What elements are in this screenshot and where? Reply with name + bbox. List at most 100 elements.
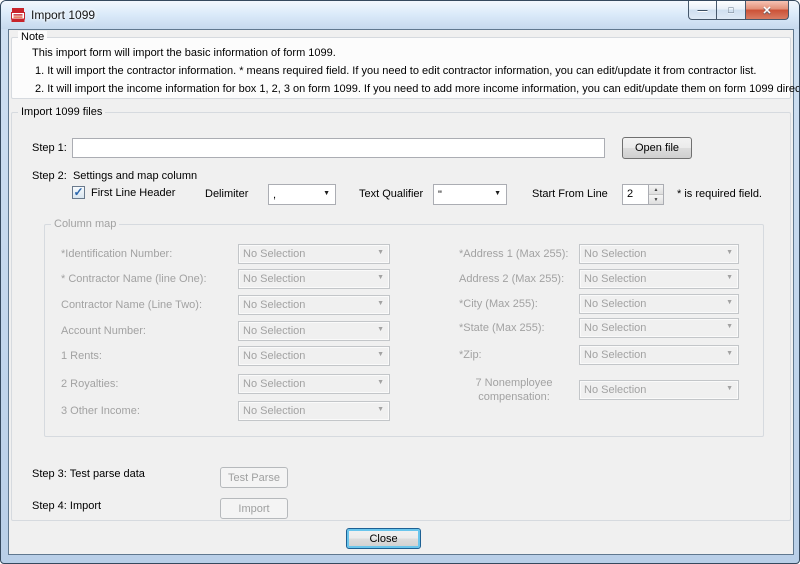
chevron-down-icon: ▼ [377,406,384,413]
field-value: No Selection [243,325,305,337]
field-label: Address 2 (Max 255): [459,273,564,286]
field-label: * Contractor Name (line One): [61,273,207,286]
field-value: No Selection [584,384,646,396]
import-button[interactable]: Import [220,498,288,519]
chevron-down-icon: ▼ [323,190,330,197]
maximize-button[interactable]: □ [717,1,745,20]
identification-number-select[interactable]: No Selection ▼ [238,244,390,264]
field-label: 2 Royalties: [61,378,118,391]
first-line-header-checkbox[interactable]: ✓ [72,186,85,199]
column-map-group: Column map *Identification Number: No Se… [44,224,764,437]
app-icon [10,7,26,23]
field-value: No Selection [584,322,646,334]
minimize-icon: — [698,5,708,16]
field-value: No Selection [243,273,305,285]
field-value: No Selection [584,349,646,361]
start-from-line-stepper[interactable]: 2 ▲ ▼ [622,184,664,205]
window-controls: — □ ✕ [688,1,789,20]
account-number-select[interactable]: No Selection ▼ [238,321,390,341]
field-value: No Selection [584,273,646,285]
chevron-down-icon: ▼ [726,299,733,306]
titlebar[interactable]: Import 1099 — □ ✕ [1,1,799,29]
field-value: No Selection [243,378,305,390]
chevron-down-icon: ▼ [377,326,384,333]
field-label: 7 Nonemployee compensation: [458,376,570,404]
chevron-down-icon: ▼ [377,351,384,358]
first-line-header-label[interactable]: First Line Header [91,187,175,200]
field-value: No Selection [243,299,305,311]
field-label: *Zip: [459,349,482,362]
import-files-group: Import 1099 files Step 1: Open file Step… [11,112,791,521]
field-label: *State (Max 255): [459,322,545,335]
text-qualifier-select[interactable]: " ▼ [433,184,507,205]
address2-select[interactable]: No Selection ▼ [579,269,739,289]
field-value: No Selection [584,248,646,260]
text-qualifier-label: Text Qualifier [359,188,423,201]
delimiter-select[interactable]: , ▼ [268,184,336,205]
stepper-up-button[interactable]: ▲ [649,185,663,195]
stepper-down-button[interactable]: ▼ [649,195,663,204]
text-qualifier-value: " [438,189,442,201]
close-button-label: Close [369,533,397,545]
chevron-down-icon: ▼ [726,249,733,256]
close-icon: ✕ [762,4,771,17]
file-path-input[interactable] [72,138,605,158]
field-label: *City (Max 255): [459,298,538,311]
step3-label: Step 3: Test parse data [32,468,145,481]
test-parse-button[interactable]: Test Parse [220,467,288,488]
field-label: *Identification Number: [61,248,172,261]
field-label: 1 Rents: [61,350,102,363]
city-select[interactable]: No Selection ▼ [579,294,739,314]
state-select[interactable]: No Selection ▼ [579,318,739,338]
field-value: No Selection [243,405,305,417]
chevron-down-icon: ▼ [726,350,733,357]
royalties-select[interactable]: No Selection ▼ [238,374,390,394]
minimize-button[interactable]: — [688,1,717,20]
note-line-2: 1. It will import the contractor informa… [35,65,756,78]
import-1099-dialog: Import 1099 — □ ✕ Note This import form … [0,0,800,564]
close-button[interactable]: Close [346,528,421,549]
open-file-button-label: Open file [635,142,679,154]
field-label: *Address 1 (Max 255): [459,248,568,261]
import-files-group-title: Import 1099 files [18,106,105,118]
stepper-buttons: ▲ ▼ [648,185,663,204]
close-window-button[interactable]: ✕ [745,1,789,20]
chevron-down-icon: ▼ [494,190,501,197]
maximize-icon: □ [728,5,733,15]
spinner-down-icon: ▼ [654,197,659,203]
note-line-3: 2. It will import the income information… [35,83,800,96]
delimiter-label: Delimiter [205,188,248,201]
field-value: No Selection [243,248,305,260]
step2-label: Step 2: Settings and map column [32,170,197,183]
address1-select[interactable]: No Selection ▼ [579,244,739,264]
import-button-label: Import [238,503,269,515]
open-file-button[interactable]: Open file [622,137,692,159]
delimiter-value: , [273,189,276,201]
other-income-select[interactable]: No Selection ▼ [238,401,390,421]
field-label: Contractor Name (Line Two): [61,299,202,312]
note-group: Note This import form will import the ba… [11,37,791,99]
contractor-name-two-select[interactable]: No Selection ▼ [238,295,390,315]
required-field-note: * is required field. [677,188,762,201]
window-title: Import 1099 [31,8,95,22]
note-line-1: This import form will import the basic i… [32,47,336,60]
chevron-down-icon: ▼ [726,274,733,281]
checkbox-check-icon: ✓ [73,185,83,199]
step1-label: Step 1: [32,142,67,155]
chevron-down-icon: ▼ [726,323,733,330]
start-from-line-label: Start From Line [532,188,608,201]
note-group-title: Note [18,31,47,43]
test-parse-button-label: Test Parse [228,472,280,484]
chevron-down-icon: ▼ [377,300,384,307]
chevron-down-icon: ▼ [726,385,733,392]
chevron-down-icon: ▼ [377,249,384,256]
zip-select[interactable]: No Selection ▼ [579,345,739,365]
field-value: No Selection [243,350,305,362]
step4-label: Step 4: Import [32,500,101,513]
chevron-down-icon: ▼ [377,274,384,281]
contractor-name-one-select[interactable]: No Selection ▼ [238,269,390,289]
rents-select[interactable]: No Selection ▼ [238,346,390,366]
nonemployee-compensation-select[interactable]: No Selection ▼ [579,380,739,400]
field-value: No Selection [584,298,646,310]
field-label: Account Number: [61,325,146,338]
